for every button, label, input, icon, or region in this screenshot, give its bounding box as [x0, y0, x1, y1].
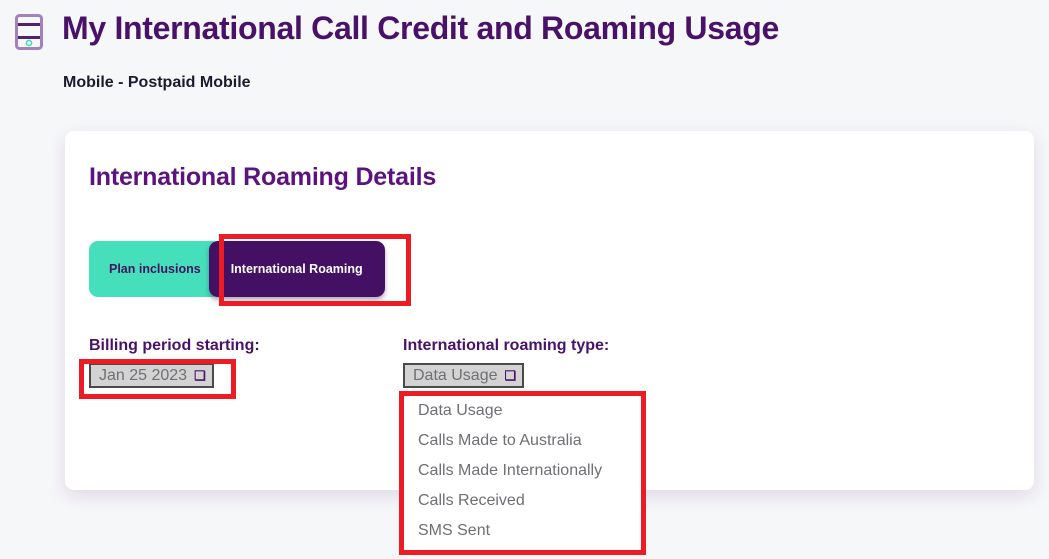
page-header: My International Call Credit and Roaming…: [0, 0, 1049, 131]
chevron-down-icon: ❏: [504, 368, 517, 383]
tab-international-roaming[interactable]: International Roaming: [208, 241, 385, 297]
page-title: My International Call Credit and Roaming…: [62, 10, 779, 46]
tab-international-roaming-label: International Roaming: [230, 262, 363, 276]
list-item[interactable]: Data Usage: [404, 396, 641, 426]
chevron-down-icon: ❏: [194, 368, 206, 383]
tab-bar: Plan inclusions International Roaming: [89, 241, 385, 297]
tab-plan-inclusions[interactable]: Plan inclusions: [89, 241, 221, 297]
card-title: International Roaming Details: [89, 163, 437, 191]
roaming-type-label: International roaming type:: [403, 337, 610, 354]
list-item[interactable]: Calls Made to Australia: [404, 426, 641, 456]
billing-period-select[interactable]: Jan 25 2023 ❏: [89, 363, 214, 388]
roaming-type-field: International roaming type: Data Usage ❏: [403, 337, 733, 388]
roaming-type-options-list[interactable]: Data Usage Calls Made to Australia Calls…: [404, 396, 641, 551]
list-item[interactable]: SMS Sent: [404, 516, 641, 546]
list-item[interactable]: Calls Received: [404, 486, 641, 516]
page-subtitle: Mobile - Postpaid Mobile: [63, 74, 251, 91]
billing-period-label: Billing period starting:: [89, 337, 260, 354]
billing-period-value: Jan 25 2023: [99, 366, 188, 384]
billing-period-field: Billing period starting: Jan 25 2023 ❏: [89, 337, 389, 388]
roaming-type-value: Data Usage: [413, 366, 498, 384]
list-item[interactable]: Calls Made Internationally: [404, 456, 641, 486]
sim-card-icon: [14, 13, 44, 51]
roaming-type-select[interactable]: Data Usage ❏: [403, 363, 525, 388]
tab-plan-inclusions-label: Plan inclusions: [109, 262, 201, 276]
